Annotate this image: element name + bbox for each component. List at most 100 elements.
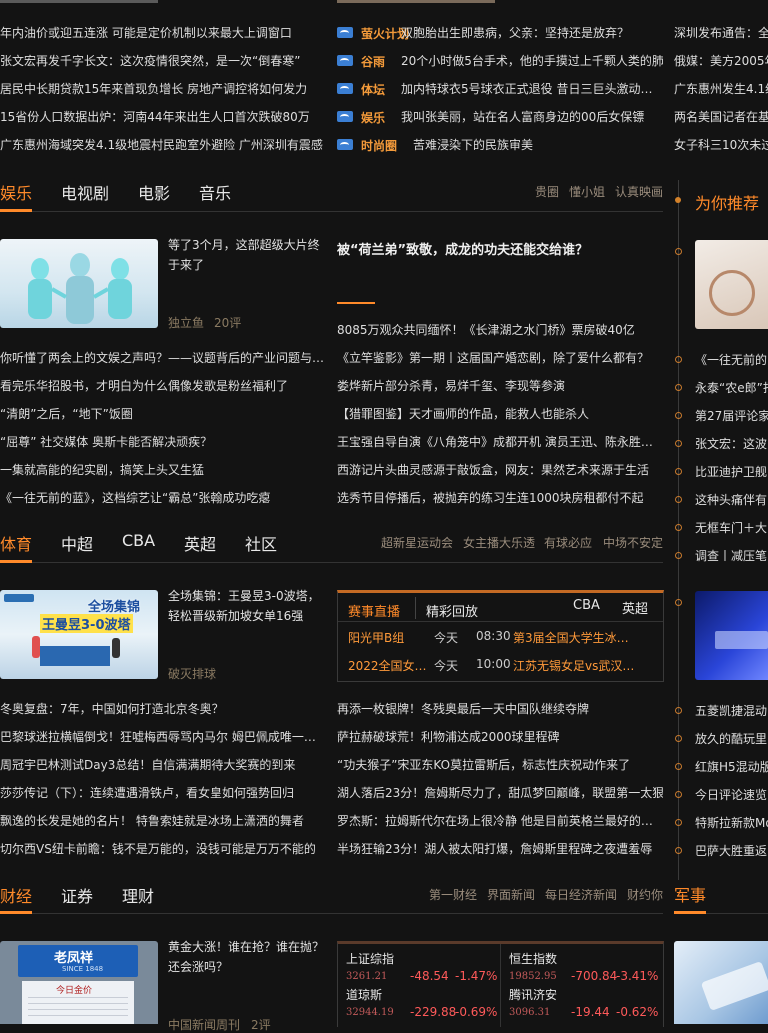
list-item[interactable]: 【猎罪图鉴】天才画师的作品，能救人也能杀人 [337,406,663,422]
top-mid-image-edge[interactable] [337,0,495,3]
ent-feature-title[interactable]: 等了3个月，这部超级大片终于来了 [168,235,326,275]
recommend-image[interactable] [695,591,768,680]
tab-cba[interactable]: CBA [122,531,155,550]
list-item[interactable]: 《立竿鉴影》第一期丨这届国产婚恋剧，除了爱什么都有？ [337,350,663,366]
sport-feature-source[interactable]: 破灭排球 [168,665,216,682]
list-item[interactable]: 张文宏：这波 [695,436,768,452]
list-item[interactable]: 两名美国记者在基 [674,109,768,125]
tab-live-epl[interactable]: 英超 [622,598,648,617]
list-item[interactable]: 这种头痛伴有 [695,492,768,508]
list-item[interactable]: 调查丨减压笔 [695,548,768,564]
tab-live[interactable]: 赛事直播 [348,601,400,620]
list-item[interactable]: 广东惠州海域突发4.1级地震村民跑室外避险 广州深圳有震感 [0,137,325,153]
stock-name[interactable]: 上证综指 [346,950,394,967]
list-item[interactable]: 罗杰斯：拉姆斯代尔在场上很冷静 他是目前英格兰最好的… [337,813,663,829]
list-item[interactable]: 红旗H5混动版 [695,759,768,775]
list-item[interactable]: 永泰“农e郎”打 [695,380,768,396]
list-item[interactable]: 再添一枚银牌！冬残奥最后一天中国队继续夺牌 [337,701,663,717]
list-item[interactable]: 20个小时做5台手术，他的手摸过上千颗人类的肺 [401,53,663,69]
list-item[interactable]: 我叫张美丽，站在名人富商身边的00后女保镖 [401,109,663,125]
sport-feature-image[interactable]: 全场集锦 王曼昱3-0波塔 [0,590,158,679]
list-item[interactable]: 王宝强自导自演《八角笼中》成都开机 演员王迅、陈永胜… [337,434,663,450]
list-item[interactable]: 看完乐华招股书，才明白为什么偶像发歌是粉丝福利了 [0,378,325,394]
list-item[interactable]: 半场狂输23分！湖人被太阳打爆，詹姆斯里程碑之夜遭羞辱 [337,841,663,857]
top-left-image-edge[interactable] [0,0,158,3]
finance-link[interactable]: 界面新闻 [487,886,535,903]
list-item[interactable]: 你听懂了两会上的文娱之声吗？——议题背后的产业问题与… [0,350,325,366]
finance-link[interactable]: 每日经济新闻 [545,886,617,903]
live-row-match[interactable]: 第3届全国大学生冰… [513,629,653,646]
ent-link[interactable]: 认真映画 [615,183,663,200]
list-item[interactable]: 苦难浸染下的民族审美 [413,137,663,153]
sport-feature-title[interactable]: 全场集锦：王曼昱3-0波塔，轻松晋级新加坡女单16强 [168,586,326,626]
list-item[interactable]: “屈尊” 社交媒体 奥斯卡能否解决顽疾？ [0,434,325,450]
list-item[interactable]: 放久的酷玩里 [695,731,768,747]
tab-movie[interactable]: 电影 [138,180,170,204]
ent-feature-image[interactable] [0,239,158,328]
live-row-name[interactable]: 2022全国女… [348,657,432,674]
finance-link[interactable]: 第一财经 [429,886,477,903]
list-item[interactable]: 15省份人口数据出炉：河南44年来出生人口首次跌破80万 [0,109,325,125]
channel-label[interactable]: 娱乐 [361,109,385,126]
tab-epl[interactable]: 英超 [184,531,216,555]
finance-feature-title[interactable]: 黄金大涨！谁在抢？谁在抛？还会涨吗？ [168,937,326,977]
list-item[interactable]: 巴黎球迷拉横幅倒戈！狂嘘梅西辱骂内马尔 姆巴佩成唯一… [0,729,325,745]
list-item[interactable]: 无框车门＋大 [695,520,768,536]
list-item[interactable]: 俄媒：美方2005年 [674,53,768,69]
list-item[interactable]: 莎莎传记（下）：连续遭遇滑铁卢，看女皇如何强势回归 [0,785,325,801]
list-item[interactable]: 《一往无前的蓝》，这档综艺让“霸总”张翰成功吃瘪 [0,490,325,506]
list-item[interactable]: 西游记片头曲灵感源于敲饭盒，网友：果然艺术来源于生活 [337,462,663,478]
stock-name[interactable]: 道琼斯 [346,986,382,1003]
list-item[interactable]: 《一往无前的 [695,352,768,368]
tab-military[interactable]: 军事 [674,882,706,906]
sport-link[interactable]: 中场不安定 [603,534,663,551]
list-item[interactable]: 娄烨新片部分杀青，易烊千玺、李现等参演 [337,378,663,394]
list-item[interactable]: 特斯拉新款Mo [695,815,768,831]
channel-label[interactable]: 谷雨 [361,53,385,70]
channel-label[interactable]: 体坛 [361,81,385,98]
list-item[interactable]: 今日评论速览 [695,787,768,803]
list-item[interactable]: 广东惠州发生4.1级 [674,81,768,97]
ent-feature-source[interactable]: 独立鱼 [168,314,204,331]
list-item[interactable]: 女子科三10次未过 [674,137,768,153]
military-image[interactable] [674,941,768,1024]
tab-entertainment[interactable]: 娱乐 [0,180,32,204]
tab-sports[interactable]: 体育 [0,531,32,555]
tab-wealth[interactable]: 理财 [122,883,154,907]
list-item[interactable]: 居民中长期贷款15年来首现负增长 房地产调控将如何发力 [0,81,325,97]
list-item[interactable]: 一集就高能的纪实剧，搞笑上头又生猛 [0,462,325,478]
tab-community[interactable]: 社区 [245,531,277,555]
list-item[interactable]: 切尔西VS纽卡前瞻：钱不是万能的，没钱可能是万万不能的 [0,841,325,857]
list-item[interactable]: 冬奥复盘：7年，中国如何打造北京冬奥？ [0,701,325,717]
live-row-match[interactable]: 江苏无锡女足vs武汉… [513,657,653,674]
finance-feature-comments[interactable]: 2评 [251,1016,271,1033]
list-item[interactable]: “功夫猴子”宋亚东KO莫拉雷斯后，标志性庆祝动作来了 [337,757,663,773]
sport-link[interactable]: 有球必应 [544,534,592,551]
ent-link[interactable]: 贵圈 [535,183,559,200]
tab-finance[interactable]: 财经 [0,883,32,907]
ent-headline[interactable]: 被“荷兰弟”致敬，成龙的功夫还能交给谁？ [337,239,588,258]
stock-name[interactable]: 恒生指数 [509,950,557,967]
tab-tv[interactable]: 电视剧 [61,180,109,204]
tab-music[interactable]: 音乐 [199,180,231,204]
list-item[interactable]: 湖人落后23分！詹姆斯尽力了，甜瓜梦回巅峰，联盟第一太狠 [337,785,663,801]
channel-label[interactable]: 时尚圈 [361,137,397,154]
sport-link[interactable]: 超新星运动会 [381,534,453,551]
finance-feature-image[interactable]: 老凤祥 SINCE 1848 今日金价 [0,941,158,1024]
list-item[interactable]: 萨拉赫破球荒！利物浦达成2000球里程碑 [337,729,663,745]
list-item[interactable]: “清朗”之后，“地下”饭圈 [0,406,325,422]
finance-link[interactable]: 财约你 [627,886,663,903]
tab-replay[interactable]: 精彩回放 [426,601,478,620]
list-item[interactable]: 周冠宇巴林测试Day3总结！自信满满期待大奖赛的到来 [0,757,325,773]
ent-link[interactable]: 懂小姐 [569,183,605,200]
list-item[interactable]: 比亚迪护卫舰 [695,464,768,480]
list-item[interactable]: 双胞胎出生即患病，父亲：坚持还是放弃？ [401,25,663,41]
list-item[interactable]: 第27届评论家 [695,408,768,424]
list-item[interactable]: 加内特球衣5号球衣正式退役 昔日三巨头激动… [401,81,663,97]
finance-feature-source[interactable]: 中国新闻周刊 [168,1016,240,1033]
stock-name[interactable]: 腾讯济安 [509,986,557,1003]
live-row-name[interactable]: 阳光甲B组 [348,629,404,646]
ent-feature-comments[interactable]: 20评 [214,314,241,331]
list-item[interactable]: 五菱凯捷混动 [695,703,768,719]
list-item[interactable]: 张文宏再发千字长文：这次疫情很突然，是一次“倒春寒” [0,53,325,69]
